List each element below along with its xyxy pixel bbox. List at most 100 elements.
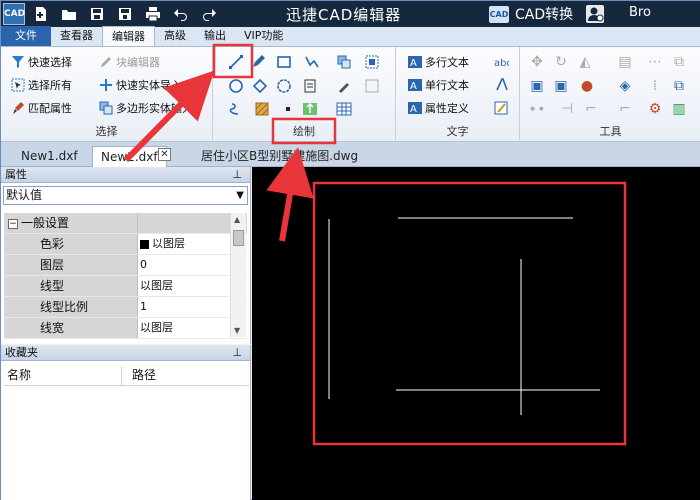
user-avatar-icon[interactable] xyxy=(586,5,604,23)
export-icon[interactable]: ▥ xyxy=(670,100,688,118)
scroll-up-icon[interactable]: ▲ xyxy=(234,215,240,224)
column-header-name[interactable]: 名称 xyxy=(4,366,122,385)
select-all-icon xyxy=(11,78,25,92)
cad-convert-label: CAD转换 xyxy=(515,7,574,23)
quick-solid-import-button[interactable]: 快速实体导入 xyxy=(99,75,182,95)
ribbon: 快速选择 选择所有 匹配属性 块编辑器 快速实体导入 多边形实体输入 选择 绘制… xyxy=(1,47,700,142)
match-props-label: 匹配属性 xyxy=(28,102,72,115)
funnel-icon xyxy=(11,55,25,69)
print-icon[interactable] xyxy=(141,3,165,25)
arc-tool-icon[interactable] xyxy=(251,77,269,95)
title-bar: CAD 迅捷CAD编辑器 CAD CAD转换 Bro xyxy=(1,1,700,27)
dots-icon[interactable]: ∙∙ xyxy=(528,100,546,118)
properties-scrollbar[interactable]: ▲ ▼ xyxy=(230,213,246,337)
favorites-panel: 收藏夹 ⊥ 名称 路径 xyxy=(1,345,251,500)
layer-icon[interactable]: ◈ xyxy=(616,77,634,95)
copy-icon[interactable]: ⧉ xyxy=(670,53,688,71)
rectangle-tool-icon[interactable] xyxy=(275,53,293,71)
tab-file[interactable]: 文件 xyxy=(1,26,51,46)
scroll-thumb[interactable] xyxy=(233,230,244,246)
svg-text:A: A xyxy=(410,81,417,92)
select-group-label: 选择 xyxy=(95,125,118,138)
save-icon[interactable] xyxy=(85,3,109,25)
align-icon[interactable]: ⁞ xyxy=(646,77,664,95)
properties-icon[interactable]: ▤ xyxy=(616,53,634,71)
tab-viewer[interactable]: 查看器 xyxy=(51,26,102,46)
drawing-canvas[interactable] xyxy=(252,167,700,500)
pencil-icon[interactable] xyxy=(249,53,267,71)
prop-row-layer[interactable]: 图层 0 xyxy=(4,255,247,276)
tab-output[interactable]: 输出 xyxy=(195,26,235,46)
color-picker-icon[interactable]: ● xyxy=(578,77,596,95)
polyline-tool-icon[interactable] xyxy=(303,53,321,71)
group-icon[interactable]: ⧉ xyxy=(670,77,688,95)
user-name[interactable]: Bro xyxy=(629,5,651,20)
point-tool-icon[interactable] xyxy=(279,100,297,118)
scroll-down-icon[interactable]: ▼ xyxy=(234,326,240,335)
cad-convert-button[interactable]: CAD CAD转换 xyxy=(489,4,573,24)
pin-icon[interactable]: ⊥ xyxy=(232,167,242,182)
revision-cloud-icon[interactable] xyxy=(227,100,245,118)
block-insert-icon[interactable] xyxy=(335,53,353,71)
pin-icon[interactable]: ⊥ xyxy=(232,345,242,360)
prop-row-linetype-scale[interactable]: 线型比例 1 xyxy=(4,297,247,318)
tab-vip[interactable]: VIP功能 xyxy=(235,26,292,46)
attr-def-button[interactable]: A 属性定义 xyxy=(408,98,469,118)
hatch-dropdown-icon[interactable] xyxy=(363,77,381,95)
fillet-icon[interactable]: ⌐ xyxy=(582,100,600,118)
open-folder-icon[interactable] xyxy=(57,3,81,25)
prop-row-linetype[interactable]: 线型 以图层 xyxy=(4,276,247,297)
break-icon[interactable]: ⊣ xyxy=(558,100,576,118)
quick-select-button[interactable]: 快速选择 xyxy=(11,52,72,72)
block-editor-button[interactable]: 块编辑器 xyxy=(99,52,160,72)
doc-tab-new1[interactable]: New1.dxf xyxy=(13,146,86,167)
select-all-button[interactable]: 选择所有 xyxy=(11,75,72,95)
region-tool-icon[interactable] xyxy=(363,53,381,71)
text-align-icon[interactable] xyxy=(492,76,510,94)
prop-section-general[interactable]: − 一般设置 xyxy=(4,213,247,234)
select-all-label: 选择所有 xyxy=(28,79,72,92)
image-insert-icon[interactable] xyxy=(301,100,319,118)
scale-icon[interactable]: ⋯ xyxy=(646,53,664,71)
brush-icon xyxy=(11,101,25,115)
rotate-icon[interactable]: ↻ xyxy=(552,53,570,71)
insert-block-icon[interactable]: ▣ xyxy=(528,77,546,95)
settings-gear-icon[interactable]: ⚙ xyxy=(646,100,664,118)
move-icon[interactable]: ✥ xyxy=(528,53,546,71)
prop-row-lineweight[interactable]: 线宽 以图层 xyxy=(4,318,247,339)
tab-editor[interactable]: 编辑器 xyxy=(102,26,155,46)
redo-icon[interactable] xyxy=(197,3,221,25)
app-logo-icon[interactable]: CAD xyxy=(3,3,25,25)
doc-tab-villa-dwg[interactable]: 居住小区B型别墅建施图.dwg xyxy=(193,146,366,167)
ellipse-tool-icon[interactable] xyxy=(275,77,293,95)
chamfer-icon[interactable]: ⌐ xyxy=(616,100,634,118)
prop-row-color[interactable]: 色彩 以图层 xyxy=(4,234,247,255)
collapse-icon[interactable]: − xyxy=(8,218,18,229)
polygon-solid-input-button[interactable]: 多边形实体输入 xyxy=(99,98,193,118)
circle-tool-icon[interactable] xyxy=(227,77,245,95)
save-as-icon[interactable] xyxy=(113,3,137,25)
new-file-icon[interactable] xyxy=(29,3,53,25)
hatch-tool-icon[interactable] xyxy=(253,100,271,118)
attr-def-icon: A xyxy=(408,101,422,115)
mtext-button[interactable]: A 多行文本 xyxy=(408,52,469,72)
text-group-label: 文字 xyxy=(446,125,469,138)
column-header-path[interactable]: 路径 xyxy=(122,366,156,385)
close-tab-icon[interactable]: ✕ xyxy=(158,148,171,161)
text-style-icon[interactable]: abc xyxy=(492,53,510,71)
mirror-icon[interactable]: ◭ xyxy=(576,53,594,71)
line-tool-icon[interactable] xyxy=(227,53,245,71)
brush-tool-icon[interactable] xyxy=(335,77,353,95)
tab-advanced[interactable]: 高级 xyxy=(155,26,195,46)
stext-button[interactable]: A 单行文本 xyxy=(408,75,469,95)
spline-tool-icon[interactable] xyxy=(301,77,319,95)
prop-key: 图层 xyxy=(4,255,138,275)
properties-filter-select[interactable]: 默认值 ▼ xyxy=(3,186,248,205)
doc-tab-new2[interactable]: New2.dxf xyxy=(92,146,167,167)
undo-icon[interactable] xyxy=(169,3,193,25)
table-tool-icon[interactable] xyxy=(335,100,353,118)
text-edit-icon[interactable] xyxy=(492,99,510,117)
match-props-button[interactable]: 匹配属性 xyxy=(11,98,72,118)
define-block-icon[interactable]: ▣ xyxy=(552,77,570,95)
mtext-icon: A xyxy=(408,55,422,69)
